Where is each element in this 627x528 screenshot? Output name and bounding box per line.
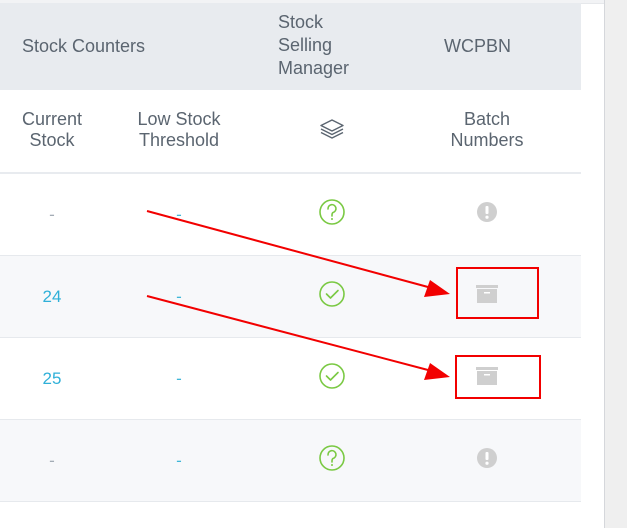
check-circle-icon[interactable] — [318, 362, 346, 395]
ssm-status-cell — [290, 420, 374, 501]
batch-numbers-cell — [440, 174, 534, 255]
ssm-status-cell — [290, 174, 374, 255]
column-low-stock-threshold[interactable]: Low Stock Threshold — [104, 109, 254, 151]
table-row: - - — [0, 420, 581, 502]
column-batch-numbers[interactable]: Batch Numbers — [440, 109, 534, 151]
ssm-label-line2: Selling — [278, 35, 333, 55]
current-stock-value[interactable]: 24 — [0, 256, 104, 337]
batch-numbers-label-line1: Batch — [463, 109, 511, 129]
column-current-stock[interactable]: Current Stock — [0, 109, 104, 151]
low-stock-threshold-value[interactable]: - — [104, 256, 254, 337]
current-stock-value: - — [49, 450, 55, 470]
low-stock-label-line2: Threshold — [138, 130, 220, 150]
group-wcpbn: WCPBN — [444, 36, 511, 56]
stock-table: Stock Counters Stock Selling Manager WCP… — [0, 3, 581, 502]
low-stock-threshold-value[interactable]: - — [104, 420, 254, 501]
column-stock-selling-manager[interactable] — [290, 118, 374, 145]
batch-numbers-cell — [440, 420, 534, 501]
question-circle-icon[interactable] — [318, 198, 346, 231]
check-circle-icon[interactable] — [318, 280, 346, 313]
scrollbar-track[interactable] — [604, 0, 627, 528]
low-stock-threshold-value[interactable]: - — [104, 174, 254, 255]
question-circle-icon[interactable] — [318, 444, 346, 477]
low-stock-threshold-value[interactable]: - — [104, 338, 254, 419]
current-stock-value[interactable]: 25 — [0, 338, 104, 419]
current-stock-value: - — [49, 204, 55, 224]
layers-icon — [318, 118, 346, 145]
exclamation-circle-icon[interactable] — [476, 447, 498, 474]
low-stock-label-line1: Low Stock — [137, 109, 221, 129]
group-stock-counters: Stock Counters — [22, 36, 146, 56]
ssm-label-line3: Manager — [278, 58, 350, 78]
highlight-box — [456, 267, 539, 319]
column-header-row: Current Stock Low Stock Threshold Batch … — [0, 90, 581, 174]
group-header-row: Stock Counters Stock Selling Manager WCP… — [0, 3, 581, 90]
ssm-status-cell — [290, 338, 374, 419]
highlight-box — [455, 355, 541, 399]
current-stock-label-line2: Stock — [29, 130, 75, 150]
table-row: - - — [0, 174, 581, 256]
ssm-label-line1: Stock — [278, 12, 324, 32]
exclamation-circle-icon[interactable] — [476, 201, 498, 228]
ssm-status-cell — [290, 256, 374, 337]
current-stock-label-line1: Current — [21, 109, 83, 129]
group-stock-selling-manager: Stock Selling Manager — [278, 11, 349, 80]
batch-numbers-label-line2: Numbers — [450, 130, 524, 150]
